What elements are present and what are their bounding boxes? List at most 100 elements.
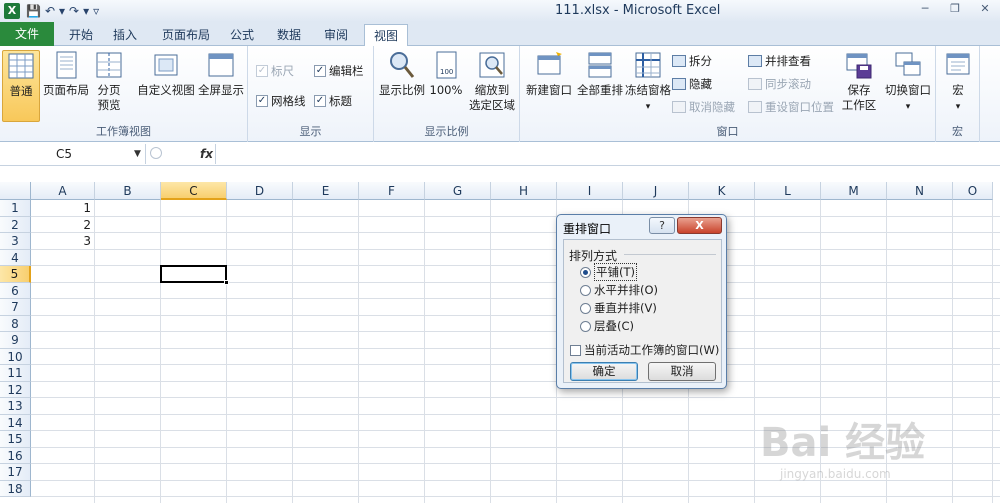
- row-header[interactable]: 14: [0, 414, 31, 431]
- sync-scroll-button[interactable]: 同步滚动: [748, 75, 811, 93]
- select-all-corner[interactable]: [0, 182, 31, 200]
- name-box-dropdown-icon[interactable]: ▼: [134, 144, 141, 164]
- zoom-to-selection-button[interactable]: 缩放到 选定区域: [466, 50, 518, 113]
- active-workbook-windows-row[interactable]: 当前活动工作簿的窗口(W): [570, 342, 719, 358]
- arrange-all-button[interactable]: 全部重排: [576, 50, 624, 98]
- save-workspace-button[interactable]: 保存 工作区: [838, 50, 880, 113]
- tab-file[interactable]: 文件: [0, 22, 54, 46]
- tab-insert[interactable]: 插入: [108, 24, 142, 46]
- cell-value[interactable]: 2: [31, 217, 91, 233]
- switch-windows-button[interactable]: 切换窗口 ▾: [882, 50, 934, 115]
- redo-dropdown-icon[interactable]: ▾: [83, 2, 89, 20]
- column-header[interactable]: G: [425, 182, 491, 200]
- row-header[interactable]: 10: [0, 348, 31, 365]
- fill-handle[interactable]: [224, 279, 229, 285]
- row-header[interactable]: 5: [0, 266, 31, 283]
- radio-cascade[interactable]: [580, 320, 591, 332]
- option-cascade[interactable]: 层叠(C): [580, 318, 634, 334]
- column-header[interactable]: A: [31, 182, 95, 200]
- row-header[interactable]: 11: [0, 365, 31, 382]
- customize-qat-icon[interactable]: ▿: [93, 2, 99, 20]
- new-window-button[interactable]: 新建窗口: [524, 50, 574, 98]
- row-header[interactable]: 15: [0, 431, 31, 448]
- view-side-by-side-button[interactable]: 并排查看: [748, 52, 811, 70]
- column-header[interactable]: E: [293, 182, 359, 200]
- column-header[interactable]: D: [227, 182, 293, 200]
- restore-icon[interactable]: ❐: [940, 0, 970, 18]
- headings-checkbox-row[interactable]: ✓ 标题: [314, 92, 352, 110]
- ok-button[interactable]: 确定: [570, 362, 638, 381]
- freeze-panes-button[interactable]: 冻结窗格 ▾: [624, 50, 672, 115]
- help-icon[interactable]: ?: [649, 217, 675, 234]
- option-tiled[interactable]: 平铺(T): [580, 263, 637, 281]
- undo-icon[interactable]: ↶: [45, 2, 55, 20]
- column-header[interactable]: O: [953, 182, 993, 200]
- formula-bar-checkbox[interactable]: ✓: [314, 65, 326, 77]
- tab-data[interactable]: 数据: [272, 24, 306, 46]
- formula-bar-checkbox-row[interactable]: ✓ 编辑栏: [314, 62, 364, 80]
- tab-view[interactable]: 视图: [364, 24, 408, 47]
- row-header[interactable]: 6: [0, 282, 31, 299]
- row-header[interactable]: 1: [0, 200, 31, 217]
- hide-button[interactable]: 隐藏: [672, 75, 712, 93]
- excel-logo-icon[interactable]: X: [4, 3, 20, 19]
- headings-checkbox[interactable]: ✓: [314, 95, 326, 107]
- row-header[interactable]: 17: [0, 464, 31, 481]
- column-header[interactable]: I: [557, 182, 623, 200]
- minimize-icon[interactable]: ─: [910, 0, 940, 18]
- tab-formulas[interactable]: 公式: [226, 24, 258, 46]
- option-horizontal[interactable]: 水平并排(O): [580, 282, 658, 298]
- column-header[interactable]: B: [95, 182, 161, 200]
- row-header[interactable]: 16: [0, 447, 31, 464]
- row-header[interactable]: 9: [0, 332, 31, 349]
- active-cell-border[interactable]: [160, 265, 227, 283]
- page-layout-view-button[interactable]: 页面布局: [42, 50, 90, 98]
- split-button[interactable]: 拆分: [672, 52, 712, 70]
- column-header[interactable]: N: [887, 182, 953, 200]
- row-header[interactable]: 2: [0, 216, 31, 233]
- row-header[interactable]: 18: [0, 480, 31, 497]
- row-header[interactable]: 13: [0, 398, 31, 415]
- cancel-button[interactable]: 取消: [648, 362, 716, 381]
- ruler-checkbox[interactable]: ✓: [256, 65, 268, 77]
- column-header[interactable]: H: [491, 182, 557, 200]
- active-workbook-windows-checkbox[interactable]: [570, 344, 581, 356]
- radio-horizontal[interactable]: [580, 284, 591, 296]
- column-header[interactable]: F: [359, 182, 425, 200]
- row-header[interactable]: 7: [0, 299, 31, 316]
- column-header[interactable]: K: [689, 182, 755, 200]
- radio-tiled[interactable]: [580, 266, 591, 278]
- full-screen-button[interactable]: 全屏显示: [196, 50, 246, 98]
- zoom-button[interactable]: 显示比例: [378, 50, 426, 98]
- row-header[interactable]: 12: [0, 381, 31, 398]
- radio-vertical[interactable]: [580, 302, 591, 314]
- custom-views-button[interactable]: 自定义视图: [136, 50, 196, 98]
- row-header[interactable]: 8: [0, 315, 31, 332]
- cell-value[interactable]: 3: [31, 233, 91, 249]
- save-icon[interactable]: 💾: [26, 2, 41, 20]
- row-header[interactable]: 4: [0, 249, 31, 266]
- gridlines-checkbox[interactable]: ✓: [256, 95, 268, 107]
- row-header[interactable]: 3: [0, 233, 31, 250]
- unhide-button[interactable]: 取消隐藏: [672, 98, 735, 116]
- tab-page-layout[interactable]: 页面布局: [155, 24, 217, 46]
- column-header[interactable]: C: [161, 182, 227, 200]
- reset-window-position-button[interactable]: 重设窗口位置: [748, 98, 834, 116]
- tab-home[interactable]: 开始: [60, 24, 102, 46]
- ruler-checkbox-row[interactable]: ✓ 标尺: [256, 62, 294, 80]
- redo-icon[interactable]: ↷: [69, 2, 79, 20]
- gridlines-checkbox-row[interactable]: ✓ 网格线: [256, 92, 306, 110]
- undo-dropdown-icon[interactable]: ▾: [59, 2, 65, 20]
- column-header[interactable]: L: [755, 182, 821, 200]
- formula-bar-expand-icon[interactable]: [150, 147, 162, 159]
- close-icon[interactable]: X: [677, 217, 722, 234]
- tab-review[interactable]: 审阅: [318, 24, 354, 46]
- name-box[interactable]: C5: [0, 144, 146, 164]
- page-break-preview-button[interactable]: 分页 预览: [92, 50, 126, 113]
- zoom-100-button[interactable]: 100 100%: [428, 50, 464, 98]
- column-header[interactable]: J: [623, 182, 689, 200]
- macros-button[interactable]: 宏 ▾: [940, 50, 976, 115]
- cell-value[interactable]: 1: [31, 200, 91, 216]
- insert-function-icon[interactable]: fx: [200, 144, 213, 164]
- option-vertical[interactable]: 垂直并排(V): [580, 300, 657, 316]
